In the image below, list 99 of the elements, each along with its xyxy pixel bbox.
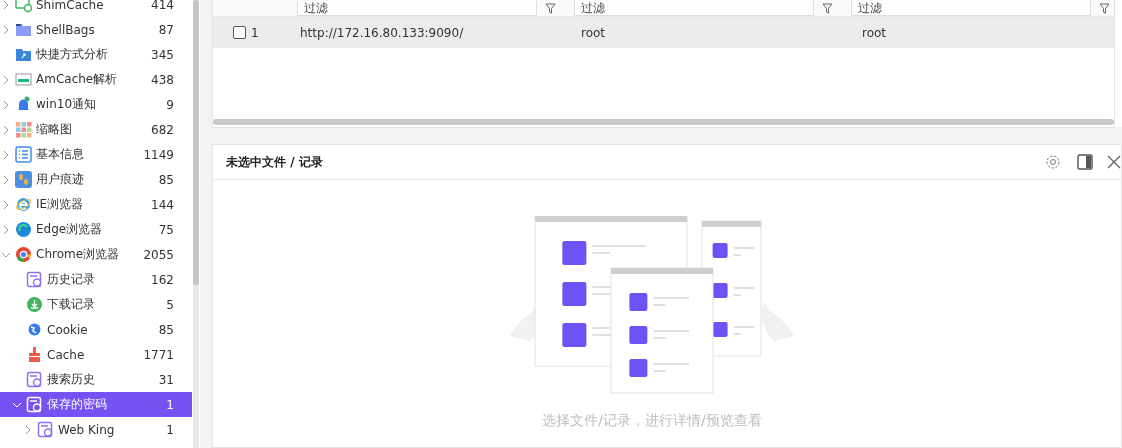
tree-item-label: 用户痕迹 bbox=[36, 171, 85, 188]
item-count: 144 bbox=[151, 197, 174, 212]
tree-item-label: AmCache解析 bbox=[36, 71, 119, 88]
item-count: 414 bbox=[151, 0, 174, 12]
filter-icon[interactable] bbox=[822, 3, 833, 14]
item-count: 1 bbox=[166, 422, 174, 437]
clock-page-icon bbox=[26, 371, 43, 388]
tree-item[interactable]: 缩略图 682 bbox=[0, 117, 192, 142]
tree-item-label: 下载记录 bbox=[47, 296, 96, 313]
tree-item-label: 保存的密码 bbox=[47, 396, 108, 413]
item-count: 75 bbox=[158, 222, 174, 237]
tree-item[interactable]: 基本信息 1149 bbox=[0, 142, 192, 167]
tree-item-label: 历史记录 bbox=[47, 271, 96, 288]
table-cell-text: root bbox=[861, 25, 888, 40]
chevron-down-icon[interactable] bbox=[1, 251, 11, 258]
item-count: 5 bbox=[166, 297, 174, 312]
item-count: 87 bbox=[158, 22, 174, 37]
chevron-right-icon[interactable] bbox=[3, 174, 9, 185]
chevron-right-icon[interactable] bbox=[3, 99, 9, 110]
footprints-icon bbox=[15, 171, 32, 188]
chevron-right-icon[interactable] bbox=[3, 224, 9, 235]
tree-item-label: Cache bbox=[47, 347, 86, 362]
tree-item-label: Chrome浏览器 bbox=[36, 246, 121, 263]
item-count: 1771 bbox=[143, 347, 174, 362]
tree-item[interactable]: Edge浏览器 75 bbox=[0, 217, 192, 242]
scrollbar[interactable] bbox=[193, 0, 199, 448]
tree-item-label: 缩略图 bbox=[36, 121, 73, 138]
item-count: 1149 bbox=[143, 147, 174, 162]
e-logo-icon bbox=[15, 196, 32, 213]
item-count: 162 bbox=[151, 272, 174, 287]
edge-logo-icon bbox=[15, 221, 32, 238]
globe-icon bbox=[26, 321, 43, 338]
filter-field[interactable]: 过滤 bbox=[297, 1, 537, 16]
table-row[interactable]: 1 http://172.16.80.133:9090/ root root bbox=[213, 17, 1114, 48]
chevron-right-icon[interactable] bbox=[25, 424, 31, 435]
window-icon bbox=[15, 71, 32, 88]
item-count: 85 bbox=[158, 172, 174, 187]
filter-field[interactable]: 过滤 bbox=[851, 1, 1091, 16]
tree-item-label: ShimCache bbox=[36, 0, 105, 12]
clock-page-icon bbox=[26, 396, 43, 413]
thumbnail-grid-icon bbox=[15, 121, 32, 138]
filter-icon[interactable] bbox=[545, 3, 556, 14]
chevron-right-icon[interactable] bbox=[3, 149, 9, 160]
chevron-right-icon[interactable] bbox=[3, 124, 9, 135]
tree-item[interactable]: 保存的密码 1 bbox=[0, 392, 192, 417]
settings-icon[interactable] bbox=[1043, 152, 1063, 172]
empty-state-text: 选择文件/记录，进行详情/预览查看 bbox=[542, 412, 762, 430]
tree-item[interactable]: Web King 1 bbox=[0, 417, 192, 442]
tree-item[interactable]: 快捷方式分析 345 bbox=[0, 42, 192, 67]
item-count: 85 bbox=[158, 322, 174, 337]
tree-item[interactable]: IE浏览器 144 bbox=[0, 192, 192, 217]
tree-item-label: IE浏览器 bbox=[36, 196, 85, 213]
download-icon bbox=[26, 296, 43, 313]
filter-field[interactable]: 过滤 bbox=[574, 1, 814, 16]
table-cell-text: http://172.16.80.133:9090/ bbox=[299, 25, 465, 40]
chevron-right-icon[interactable] bbox=[3, 199, 9, 210]
tree-item-label: win10通知 bbox=[36, 96, 98, 113]
clock-page-icon bbox=[37, 421, 54, 438]
chevron-right-icon[interactable] bbox=[3, 0, 9, 10]
tree-item[interactable]: 下载记录 5 bbox=[0, 292, 192, 317]
folder-icon bbox=[15, 21, 32, 38]
chevron-right-icon[interactable] bbox=[3, 74, 9, 85]
filter-icon[interactable] bbox=[1099, 3, 1110, 14]
tree-item[interactable]: ShimCache 414 bbox=[0, 0, 192, 17]
shortcut-file-icon bbox=[15, 46, 32, 63]
item-count: 682 bbox=[151, 122, 174, 137]
item-count: 9 bbox=[166, 97, 174, 112]
item-count: 2055 bbox=[143, 247, 174, 262]
brush-icon bbox=[26, 346, 43, 363]
tree-item[interactable]: Chrome浏览器 2055 bbox=[0, 242, 192, 267]
tree-item[interactable]: win10通知 9 bbox=[0, 92, 192, 117]
split-panel-icon[interactable] bbox=[1075, 152, 1095, 172]
list-icon bbox=[15, 146, 32, 163]
tree-item-label: ShellBags bbox=[36, 22, 96, 37]
checkbox[interactable] bbox=[233, 26, 246, 39]
chevron-right-icon[interactable] bbox=[3, 24, 9, 35]
item-count: 438 bbox=[151, 72, 174, 87]
clock-page-icon bbox=[26, 271, 43, 288]
item-count: 345 bbox=[151, 47, 174, 62]
tree-item[interactable]: 用户痕迹 85 bbox=[0, 167, 192, 192]
tree-item-label: 基本信息 bbox=[36, 146, 85, 163]
tree-item[interactable]: 历史记录 162 bbox=[0, 267, 192, 292]
tree-item-label: Cookie bbox=[47, 322, 89, 337]
chrome-logo-icon bbox=[15, 246, 32, 263]
tree-item-label: Web King bbox=[58, 422, 116, 437]
item-count: 31 bbox=[158, 372, 174, 387]
table-cell-text: root bbox=[580, 25, 607, 40]
tree-item[interactable]: Cache 1771 bbox=[0, 342, 192, 367]
tree-item[interactable]: Cookie 85 bbox=[0, 317, 192, 342]
horizontal-scrollbar[interactable] bbox=[213, 119, 1114, 125]
tree-item-label: 搜索历史 bbox=[47, 371, 96, 388]
tree-item[interactable]: 搜索历史 31 bbox=[0, 367, 192, 392]
item-count: 1 bbox=[166, 397, 174, 412]
row-number: 1 bbox=[251, 25, 259, 40]
panel-title: 未选中文件 / 记录 bbox=[226, 153, 324, 171]
tree-item-label: 快捷方式分析 bbox=[36, 46, 109, 63]
tree-item-label: Edge浏览器 bbox=[36, 221, 104, 238]
tree-item[interactable]: ShellBags 87 bbox=[0, 17, 192, 42]
tree-item[interactable]: AmCache解析 438 bbox=[0, 67, 192, 92]
